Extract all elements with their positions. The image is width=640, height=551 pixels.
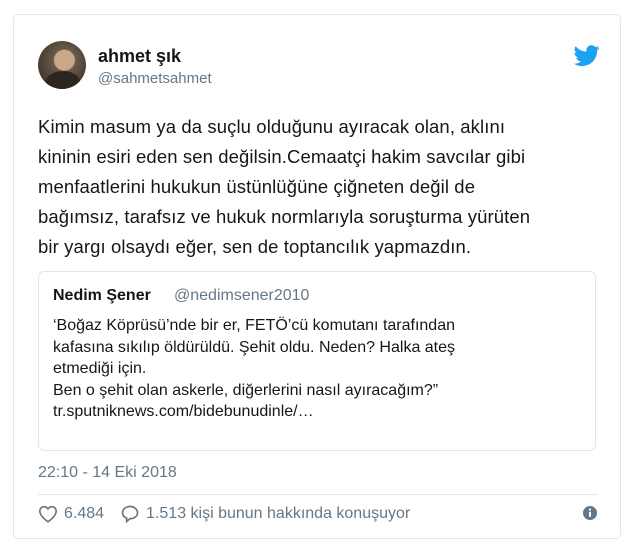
tweet-text-line: Kimin masum ya da suçlu olduğunu ayıraca… bbox=[38, 116, 506, 137]
speech-bubble-icon[interactable] bbox=[120, 504, 140, 524]
quoted-tweet-text: ‘Boğaz Köprüsü’nde bir er, FETÖ’cü komut… bbox=[53, 315, 573, 423]
quoted-text-line: etmediği için. bbox=[53, 360, 147, 377]
quoted-text-line: kafasına sıkılıp öldürüldü. Şehit oldu. … bbox=[53, 338, 456, 356]
tweet-text-line: kininin esiri eden sen değilsin.Cemaatçi… bbox=[38, 146, 526, 167]
tweet-text-line: menfaatlerini hukukun üstünlüğüne çiğnet… bbox=[38, 176, 476, 197]
quoted-tweet[interactable]: Nedim Şener @nedimsener2010 ‘Boğaz Köprü… bbox=[38, 271, 596, 451]
info-icon[interactable] bbox=[582, 505, 598, 521]
divider bbox=[38, 494, 598, 495]
like-count[interactable]: 6.484 bbox=[64, 505, 104, 523]
tweet-text-line: bağımsız, tarafsız ve hukuk normlarıyla … bbox=[38, 206, 531, 227]
quoted-author-handle: @nedimsener2010 bbox=[174, 287, 310, 304]
twitter-bird-icon[interactable] bbox=[574, 45, 600, 67]
timestamp[interactable]: 22:10 - 14 Eki 2018 bbox=[38, 464, 177, 482]
heart-icon[interactable] bbox=[38, 505, 58, 523]
author-name[interactable]: ahmet şık bbox=[98, 46, 181, 67]
reply-summary[interactable]: 1.513 kişi bunun hakkında konuşuyor bbox=[146, 505, 410, 523]
quoted-author-name: Nedim Şener bbox=[53, 287, 151, 304]
quoted-text-line: ‘Boğaz Köprüsü’nde bir er, FETÖ’cü komut… bbox=[53, 317, 455, 334]
tweet-card: ahmet şık @sahmetsahmet Kimin masum ya d… bbox=[13, 14, 621, 539]
quoted-text-line: Ben o şehit olan askerle, diğerlerini na… bbox=[53, 381, 439, 399]
tweet-text: Kimin masum ya da suçlu olduğunu ayıraca… bbox=[38, 112, 608, 262]
author-handle[interactable]: @sahmetsahmet bbox=[98, 70, 212, 87]
quoted-link[interactable]: tr.sputniknews.com/bidebunudinle/… bbox=[53, 401, 573, 423]
avatar[interactable] bbox=[38, 41, 86, 89]
tweet-text-line: bir yargı olsaydı eğer, sen de toptancıl… bbox=[38, 236, 472, 257]
action-bar: 6.484 1.513 kişi bunun hakkında konuşuyo… bbox=[38, 501, 410, 527]
